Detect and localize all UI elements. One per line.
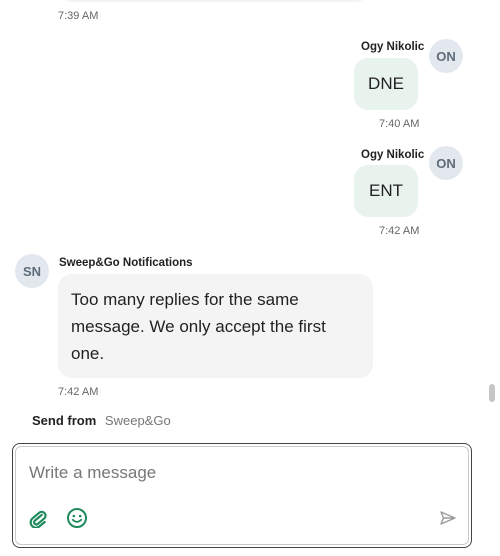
message-timestamp: 7:40 AM (379, 118, 420, 130)
send-from-label: Send from (32, 413, 97, 428)
message-timestamp: 7:42 AM (379, 225, 420, 237)
scrollbar-thumb[interactable] (489, 384, 495, 402)
avatar: SN (15, 254, 49, 288)
send-from-row: Send from Sweep&Go (32, 413, 171, 428)
previous-message-bubble (58, 0, 370, 2)
message-text: ENT (369, 181, 403, 200)
avatar: ON (429, 39, 463, 73)
sender-name: Ogy Nikolic (361, 149, 425, 161)
message-bubble-incoming: Too many replies for the same message. W… (58, 274, 373, 378)
message-composer (12, 443, 472, 548)
message-bubble-outgoing: DNE (354, 58, 418, 110)
sender-name: Sweep&Go Notifications (59, 257, 193, 269)
send-from-value[interactable]: Sweep&Go (105, 413, 171, 428)
paperclip-icon[interactable] (28, 508, 48, 529)
message-timestamp: 7:42 AM (58, 386, 99, 398)
message-input[interactable] (27, 460, 451, 486)
avatar: ON (429, 146, 463, 180)
send-icon[interactable] (439, 510, 457, 526)
message-text: DNE (368, 74, 404, 93)
message-timestamp: 7:39 AM (58, 10, 99, 22)
sender-name: Ogy Nikolic (361, 41, 425, 53)
smiley-icon[interactable] (66, 507, 88, 529)
message-text: Too many replies for the same message. W… (71, 290, 326, 363)
message-bubble-outgoing: ENT (354, 165, 418, 217)
